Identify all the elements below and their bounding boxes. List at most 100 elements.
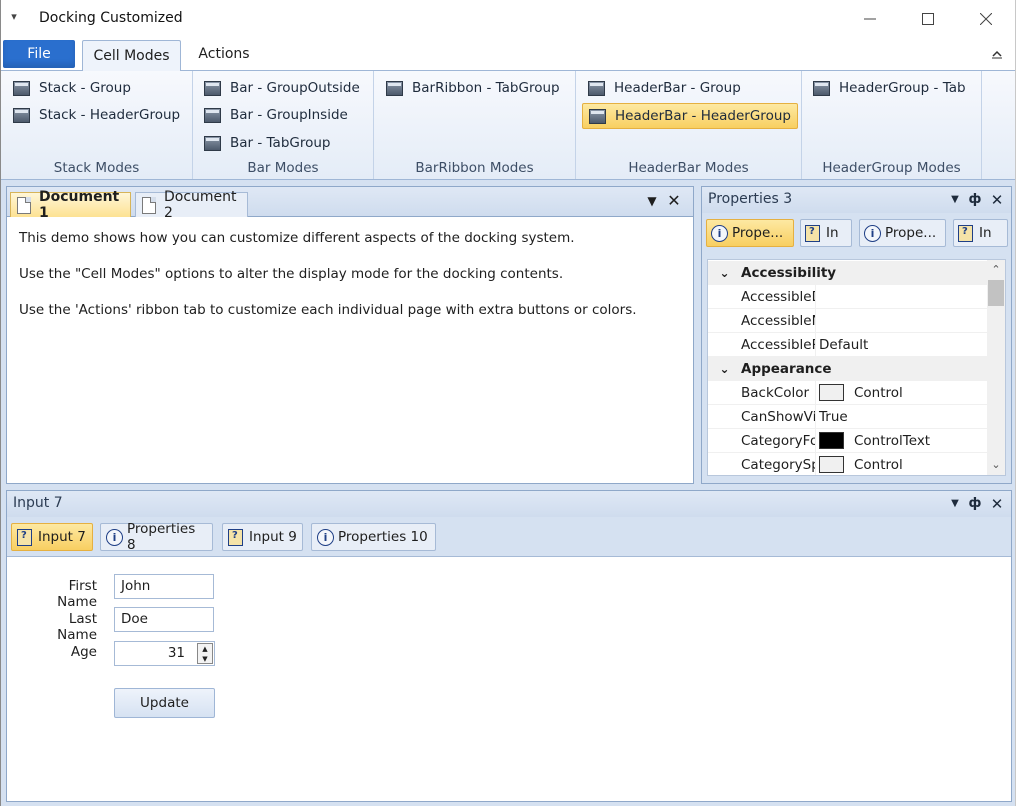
property-name: CategoryForeCo (708, 429, 815, 453)
spin-up-icon[interactable]: ▲ (198, 644, 212, 654)
spin-down-icon[interactable]: ▼ (198, 654, 212, 664)
button-label: HeaderBar - HeaderGroup (615, 108, 791, 124)
file-tab[interactable]: File (3, 40, 75, 68)
property-row[interactable]: AccessibleDescr (708, 285, 987, 309)
chevron-down-icon[interactable]: ⌄ (708, 362, 741, 376)
minimize-button[interactable] (847, 4, 893, 34)
bar-groupinside-button[interactable]: Bar - GroupInside (198, 103, 354, 127)
group-label: HeaderBar Modes (628, 160, 749, 176)
pane-menu-dropdown-icon[interactable]: ▼ (947, 191, 963, 209)
barribbon-tabgroup-button[interactable]: BarRibbon - TabGroup (380, 76, 566, 100)
bar-tabgroup-button[interactable]: Bar - TabGroup (198, 131, 337, 155)
first-name-field[interactable]: John (114, 574, 214, 599)
scroll-down-arrow-icon[interactable]: ⌄ (987, 457, 1005, 473)
group-label: Stack Modes (53, 160, 140, 176)
tab-input[interactable]: In (800, 219, 852, 247)
scroll-up-arrow-icon[interactable]: ⌃ (987, 262, 1005, 278)
group-headergroup-modes: HeaderGroup - Tab HeaderGroup Modes (802, 71, 982, 179)
property-value[interactable]: Control (815, 381, 987, 405)
input-pane-header: Input 7 ▼ ф ✕ (7, 491, 1011, 517)
property-row[interactable]: AccessibleRoleDefault (708, 333, 987, 357)
window-icon (589, 108, 606, 124)
headerbar-group-button[interactable]: HeaderBar - Group (582, 76, 747, 100)
last-name-field[interactable]: Doe (114, 607, 214, 632)
close-pane-button[interactable]: ✕ (989, 191, 1005, 209)
property-value[interactable]: Control (815, 453, 987, 475)
window-icon (386, 80, 403, 96)
headergroup-tab-button[interactable]: HeaderGroup - Tab (807, 76, 972, 100)
property-value[interactable]: ControlText (815, 429, 987, 453)
tab-input-7[interactable]: Input 7 (11, 523, 93, 551)
headerbar-headergroup-button[interactable]: HeaderBar - HeaderGroup (582, 103, 798, 129)
spin-buttons[interactable]: ▲ ▼ (197, 643, 213, 664)
window-icon (204, 80, 221, 96)
close-pane-button[interactable]: ✕ (989, 495, 1005, 513)
close-document-button[interactable]: ✕ (666, 192, 682, 210)
property-name: BackColor (708, 381, 815, 405)
clipboard-icon (805, 224, 820, 242)
window-icon (13, 80, 30, 96)
tab-actions[interactable]: Actions (189, 40, 259, 68)
stack-group-button[interactable]: Stack - Group (7, 76, 137, 100)
tab-label: Document 1 (39, 189, 120, 221)
property-name: AccessibleRole (708, 333, 815, 357)
info-icon: i (864, 224, 881, 242)
close-button[interactable] (963, 4, 1009, 34)
property-row[interactable]: BackColor Control (708, 381, 987, 405)
bar-groupoutside-button[interactable]: Bar - GroupOutside (198, 76, 366, 100)
stack-headergroup-button[interactable]: Stack - HeaderGroup (7, 103, 186, 127)
value-text: ControlText (854, 432, 931, 449)
category-label: Appearance (741, 361, 832, 377)
window-title: Docking Customized (39, 10, 183, 26)
tab-properties-selected[interactable]: i Prope... (706, 219, 794, 247)
property-row[interactable]: CanShowVisualSTrue (708, 405, 987, 429)
clipboard-icon (17, 528, 32, 546)
property-value[interactable]: Default (815, 333, 987, 357)
property-value[interactable] (815, 285, 987, 309)
tab-label: In (979, 225, 992, 241)
age-stepper[interactable]: 31 ▲ ▼ (114, 641, 215, 666)
tab-document-2[interactable]: Document 2 (135, 189, 248, 221)
title-bar: ▾ Docking Customized (1, 0, 1015, 38)
update-button[interactable]: Update (114, 688, 215, 718)
group-stack-modes: Stack - Group Stack - HeaderGroup Stack … (1, 71, 193, 179)
property-row[interactable]: CategoryForeCo ControlText (708, 429, 987, 453)
quick-access-dropdown-icon[interactable]: ▾ (7, 9, 21, 25)
ribbon-tab-strip: File Cell Modes Actions (1, 38, 1015, 71)
property-row[interactable]: CategorySplitter Control (708, 453, 987, 475)
tab-properties-8[interactable]: i Properties 8 (100, 521, 213, 553)
property-name: CanShowVisualS (708, 405, 815, 429)
property-value[interactable] (815, 309, 987, 333)
collapse-ribbon-button[interactable] (987, 44, 1007, 64)
tab-document-1[interactable]: Document 1 (10, 189, 131, 221)
property-name: AccessibleDescr (708, 285, 815, 309)
property-grid[interactable]: ⌄Accessibility AccessibleDescr Accessibl… (707, 259, 1006, 476)
property-value[interactable]: True (815, 405, 987, 429)
maximize-button[interactable] (905, 4, 951, 34)
tab-cell-modes[interactable]: Cell Modes (82, 40, 181, 71)
chevron-down-icon[interactable]: ⌄ (708, 266, 741, 280)
paragraph: This demo shows how you can customize di… (19, 230, 575, 246)
first-name-label: First Name (57, 578, 97, 610)
pin-icon[interactable]: ф (967, 191, 983, 209)
tab-properties-10[interactable]: i Properties 10 (311, 523, 436, 551)
property-row[interactable]: AccessibleName (708, 309, 987, 333)
scroll-thumb[interactable] (988, 280, 1004, 306)
button-label: Bar - GroupOutside (230, 80, 360, 96)
window-icon (204, 107, 221, 123)
chevron-up-icon (992, 50, 1002, 59)
ribbon-panel: Stack - Group Stack - HeaderGroup Stack … (1, 70, 1015, 180)
vertical-scrollbar[interactable]: ⌃ ⌄ (987, 260, 1005, 475)
category-row[interactable]: ⌄ Accessibility (708, 261, 987, 285)
pin-icon[interactable]: ф (967, 495, 983, 513)
button-label: BarRibbon - TabGroup (412, 80, 560, 96)
tab-list-dropdown-icon[interactable]: ▼ (645, 194, 659, 208)
age-value[interactable]: 31 (115, 642, 185, 665)
tab-input-9[interactable]: Input 9 (222, 523, 303, 551)
pane-menu-dropdown-icon[interactable]: ▼ (947, 495, 963, 513)
category-row[interactable]: ⌄ Appearance (708, 357, 987, 381)
button-label: Bar - TabGroup (230, 135, 331, 151)
color-swatch (819, 456, 844, 473)
tab-input[interactable]: In (953, 219, 1008, 247)
tab-properties[interactable]: i Prope... (859, 219, 946, 247)
